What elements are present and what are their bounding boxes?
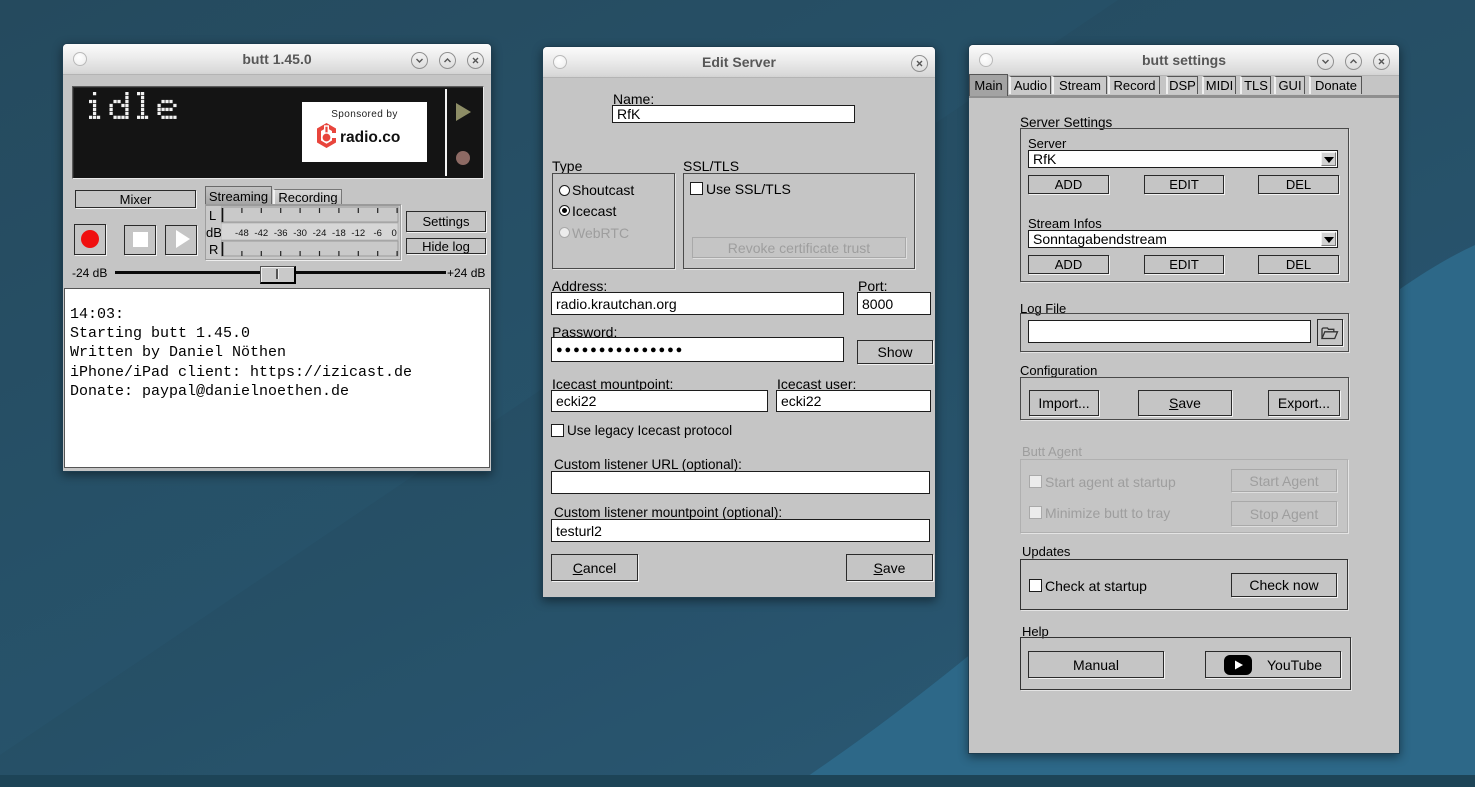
svg-text:-24: -24 bbox=[313, 228, 327, 239]
svg-text:-18: -18 bbox=[332, 228, 346, 239]
svg-text:radio.co: radio.co bbox=[340, 129, 400, 146]
svg-text:-12: -12 bbox=[351, 228, 365, 239]
svg-text:-36: -36 bbox=[274, 228, 288, 239]
svg-text:0: 0 bbox=[391, 228, 396, 239]
svg-text:-6: -6 bbox=[373, 228, 381, 239]
svg-text:-30: -30 bbox=[293, 228, 307, 239]
svg-text:-48: -48 bbox=[235, 228, 249, 239]
svg-text:-42: -42 bbox=[254, 228, 268, 239]
